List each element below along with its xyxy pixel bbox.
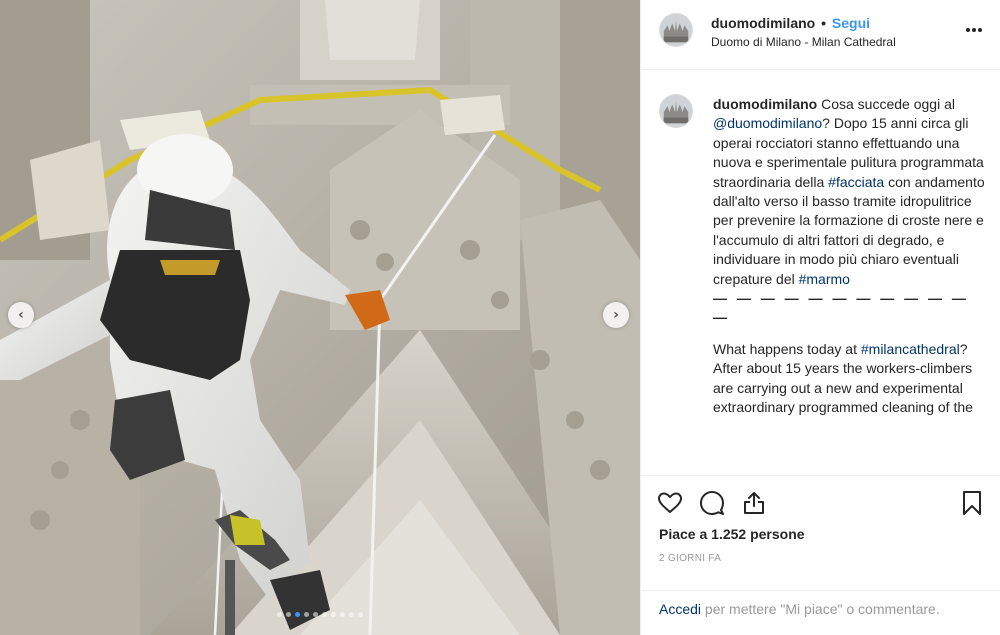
header-user-line: duomodimilano • Segui — [711, 15, 870, 31]
chevron-left-icon: ‹ — [18, 307, 24, 323]
share-icon — [744, 492, 764, 514]
post-photo[interactable]: ‹ › — [0, 0, 640, 635]
carousel-next-button[interactable]: › — [603, 302, 629, 328]
chevron-right-icon: › — [613, 307, 619, 323]
login-prompt-text: Accedi per mettere "Mi piace" o commenta… — [659, 601, 940, 617]
carousel-dot — [340, 612, 345, 617]
share-button[interactable] — [741, 490, 767, 516]
post-side-panel: duomodimilano • Segui Duomo di Milano - … — [640, 0, 1000, 635]
post-actions: Piace a 1.252 persone 2 GIORNI FA — [641, 475, 1000, 590]
username-link[interactable]: duomodimilano — [711, 15, 815, 31]
login-prompt-suffix: per mettere "Mi piace" o commentare. — [701, 601, 940, 617]
hashtag-link[interactable]: #facciata — [828, 174, 884, 190]
login-prompt: Accedi per mettere "Mi piace" o commenta… — [641, 590, 1000, 635]
mention-link[interactable]: @duomodimilano — [713, 115, 822, 131]
carousel-dot — [331, 612, 336, 617]
comments-area[interactable]: duomodimilano Cosa succede oggi al @duom… — [641, 71, 1000, 475]
carousel-dot — [304, 612, 309, 617]
heart-icon — [658, 492, 682, 513]
post-header: duomodimilano • Segui Duomo di Milano - … — [641, 0, 1000, 70]
caption-separator-line: — — — — — — — — — — — — — [713, 290, 969, 326]
more-options-button[interactable] — [965, 20, 983, 38]
cathedral-avatar-icon — [660, 95, 692, 127]
carousel-dot — [277, 612, 282, 617]
carousel-dot — [349, 612, 354, 617]
carousel-dot — [313, 612, 318, 617]
carousel-dot — [322, 612, 327, 617]
carousel-dot — [295, 612, 300, 617]
carousel-dot — [286, 612, 291, 617]
avatar[interactable] — [659, 94, 693, 128]
carousel-indicator — [0, 612, 640, 617]
location-link[interactable]: Duomo di Milano - Milan Cathedral — [711, 35, 896, 49]
hashtag-link[interactable]: #milancathedral — [861, 341, 960, 357]
caption-text: Cosa succede oggi al — [821, 96, 955, 112]
carousel-prev-button[interactable]: ‹ — [8, 302, 34, 328]
post-container: ‹ › duomodimilano • Segui Duomo di Milan… — [0, 0, 1000, 635]
avatar[interactable] — [659, 13, 693, 47]
more-horizontal-icon — [966, 28, 982, 32]
carousel-dot — [358, 612, 363, 617]
follow-button[interactable]: Segui — [832, 15, 870, 31]
save-button[interactable] — [959, 490, 985, 516]
post-timestamp: 2 GIORNI FA — [659, 553, 722, 564]
comment-button[interactable] — [699, 490, 725, 516]
caption-english-paragraph: What happens today at #milancathedral? A… — [713, 340, 985, 418]
comment-icon — [700, 491, 724, 515]
login-link[interactable]: Accedi — [659, 601, 701, 617]
hashtag-link[interactable]: #marmo — [799, 271, 850, 287]
bookmark-icon — [963, 491, 981, 515]
cathedral-avatar-icon — [660, 14, 692, 46]
cathedral-climber-photo — [0, 0, 640, 635]
post-caption: duomodimilano Cosa succede oggi al @duom… — [713, 95, 985, 418]
caption-username-link[interactable]: duomodimilano — [713, 96, 817, 112]
caption-text: What happens today at — [713, 340, 861, 357]
likes-count[interactable]: Piace a 1.252 persone — [659, 526, 805, 542]
like-button[interactable] — [657, 490, 683, 516]
separator-dot: • — [821, 15, 827, 31]
